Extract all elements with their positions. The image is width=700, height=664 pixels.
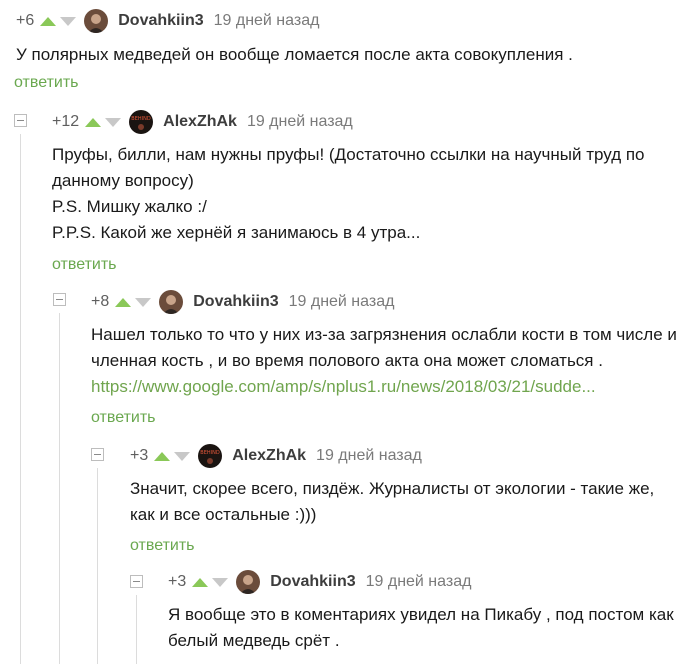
author-name[interactable]: Dovahkiin3	[193, 293, 278, 311]
rating: +3	[130, 447, 149, 464]
avatar[interactable]	[84, 9, 109, 33]
reply-link[interactable]: ответить	[130, 537, 195, 555]
collapse-button[interactable]	[14, 114, 27, 127]
external-link[interactable]: https://www.google.com/amp/s/nplus1.ru/n…	[91, 374, 677, 400]
author-name[interactable]: AlexZhAk	[232, 447, 306, 465]
vote-down-icon[interactable]	[212, 577, 229, 587]
author-name[interactable]: Dovahkiin3	[118, 12, 203, 30]
avatar[interactable]: BEHIND	[198, 444, 223, 468]
rating: +8	[91, 293, 110, 310]
vote-down-icon[interactable]	[60, 16, 77, 26]
thread-line[interactable]	[59, 313, 60, 664]
rating: +6	[16, 12, 35, 29]
collapse-button[interactable]	[91, 448, 104, 461]
reply-link[interactable]: ответить	[91, 409, 156, 427]
avatar[interactable]: BEHIND	[129, 110, 154, 134]
comment-text: Пруфы, билли, нам нужны пруфы! (Достаточ…	[52, 145, 645, 242]
comment-text: Я вообще это в коментариях увидел на Пик…	[168, 605, 674, 650]
comment-text: Нашел только то что у них из-за загрязне…	[91, 322, 677, 400]
author-name[interactable]: Dovahkiin3	[270, 573, 355, 591]
avatar[interactable]	[159, 290, 184, 314]
rating: +12	[52, 113, 80, 130]
rating: +3	[168, 573, 187, 590]
thread-line[interactable]	[20, 134, 21, 664]
vote-down-icon[interactable]	[105, 117, 122, 127]
vote-up-icon[interactable]	[85, 117, 102, 127]
timestamp: 19 дней назад	[365, 573, 472, 590]
vote-up-icon[interactable]	[40, 16, 57, 26]
vote-up-icon[interactable]	[192, 577, 209, 587]
vote-down-icon[interactable]	[174, 451, 191, 461]
timestamp: 19 дней назад	[288, 293, 395, 310]
collapse-button[interactable]	[130, 575, 143, 588]
svg-text:BEHIND: BEHIND	[131, 116, 151, 122]
comment-text: Значит, скорее всего, пиздёж. Журналисты…	[130, 479, 655, 524]
comment: +6 Dovahkiin3 19 дней назад У полярных м…	[0, 0, 700, 100]
comment-text: У полярных медведей он вообще ломается п…	[16, 45, 573, 64]
thread-line[interactable]	[136, 595, 137, 664]
avatar[interactable]	[236, 570, 261, 594]
vote-up-icon[interactable]	[154, 451, 171, 461]
reply-link[interactable]: ответить	[14, 74, 79, 92]
svg-text:BEHIND: BEHIND	[201, 450, 221, 456]
vote-down-icon[interactable]	[135, 297, 152, 307]
timestamp: 19 дней назад	[246, 113, 353, 130]
reply-link[interactable]: ответить	[52, 256, 117, 274]
timestamp: 19 дней назад	[316, 447, 422, 464]
collapse-button[interactable]	[53, 293, 66, 306]
thread-line[interactable]	[97, 468, 98, 664]
vote-up-icon[interactable]	[115, 297, 132, 307]
timestamp: 19 дней назад	[213, 12, 320, 29]
author-name[interactable]: AlexZhAk	[163, 113, 237, 131]
